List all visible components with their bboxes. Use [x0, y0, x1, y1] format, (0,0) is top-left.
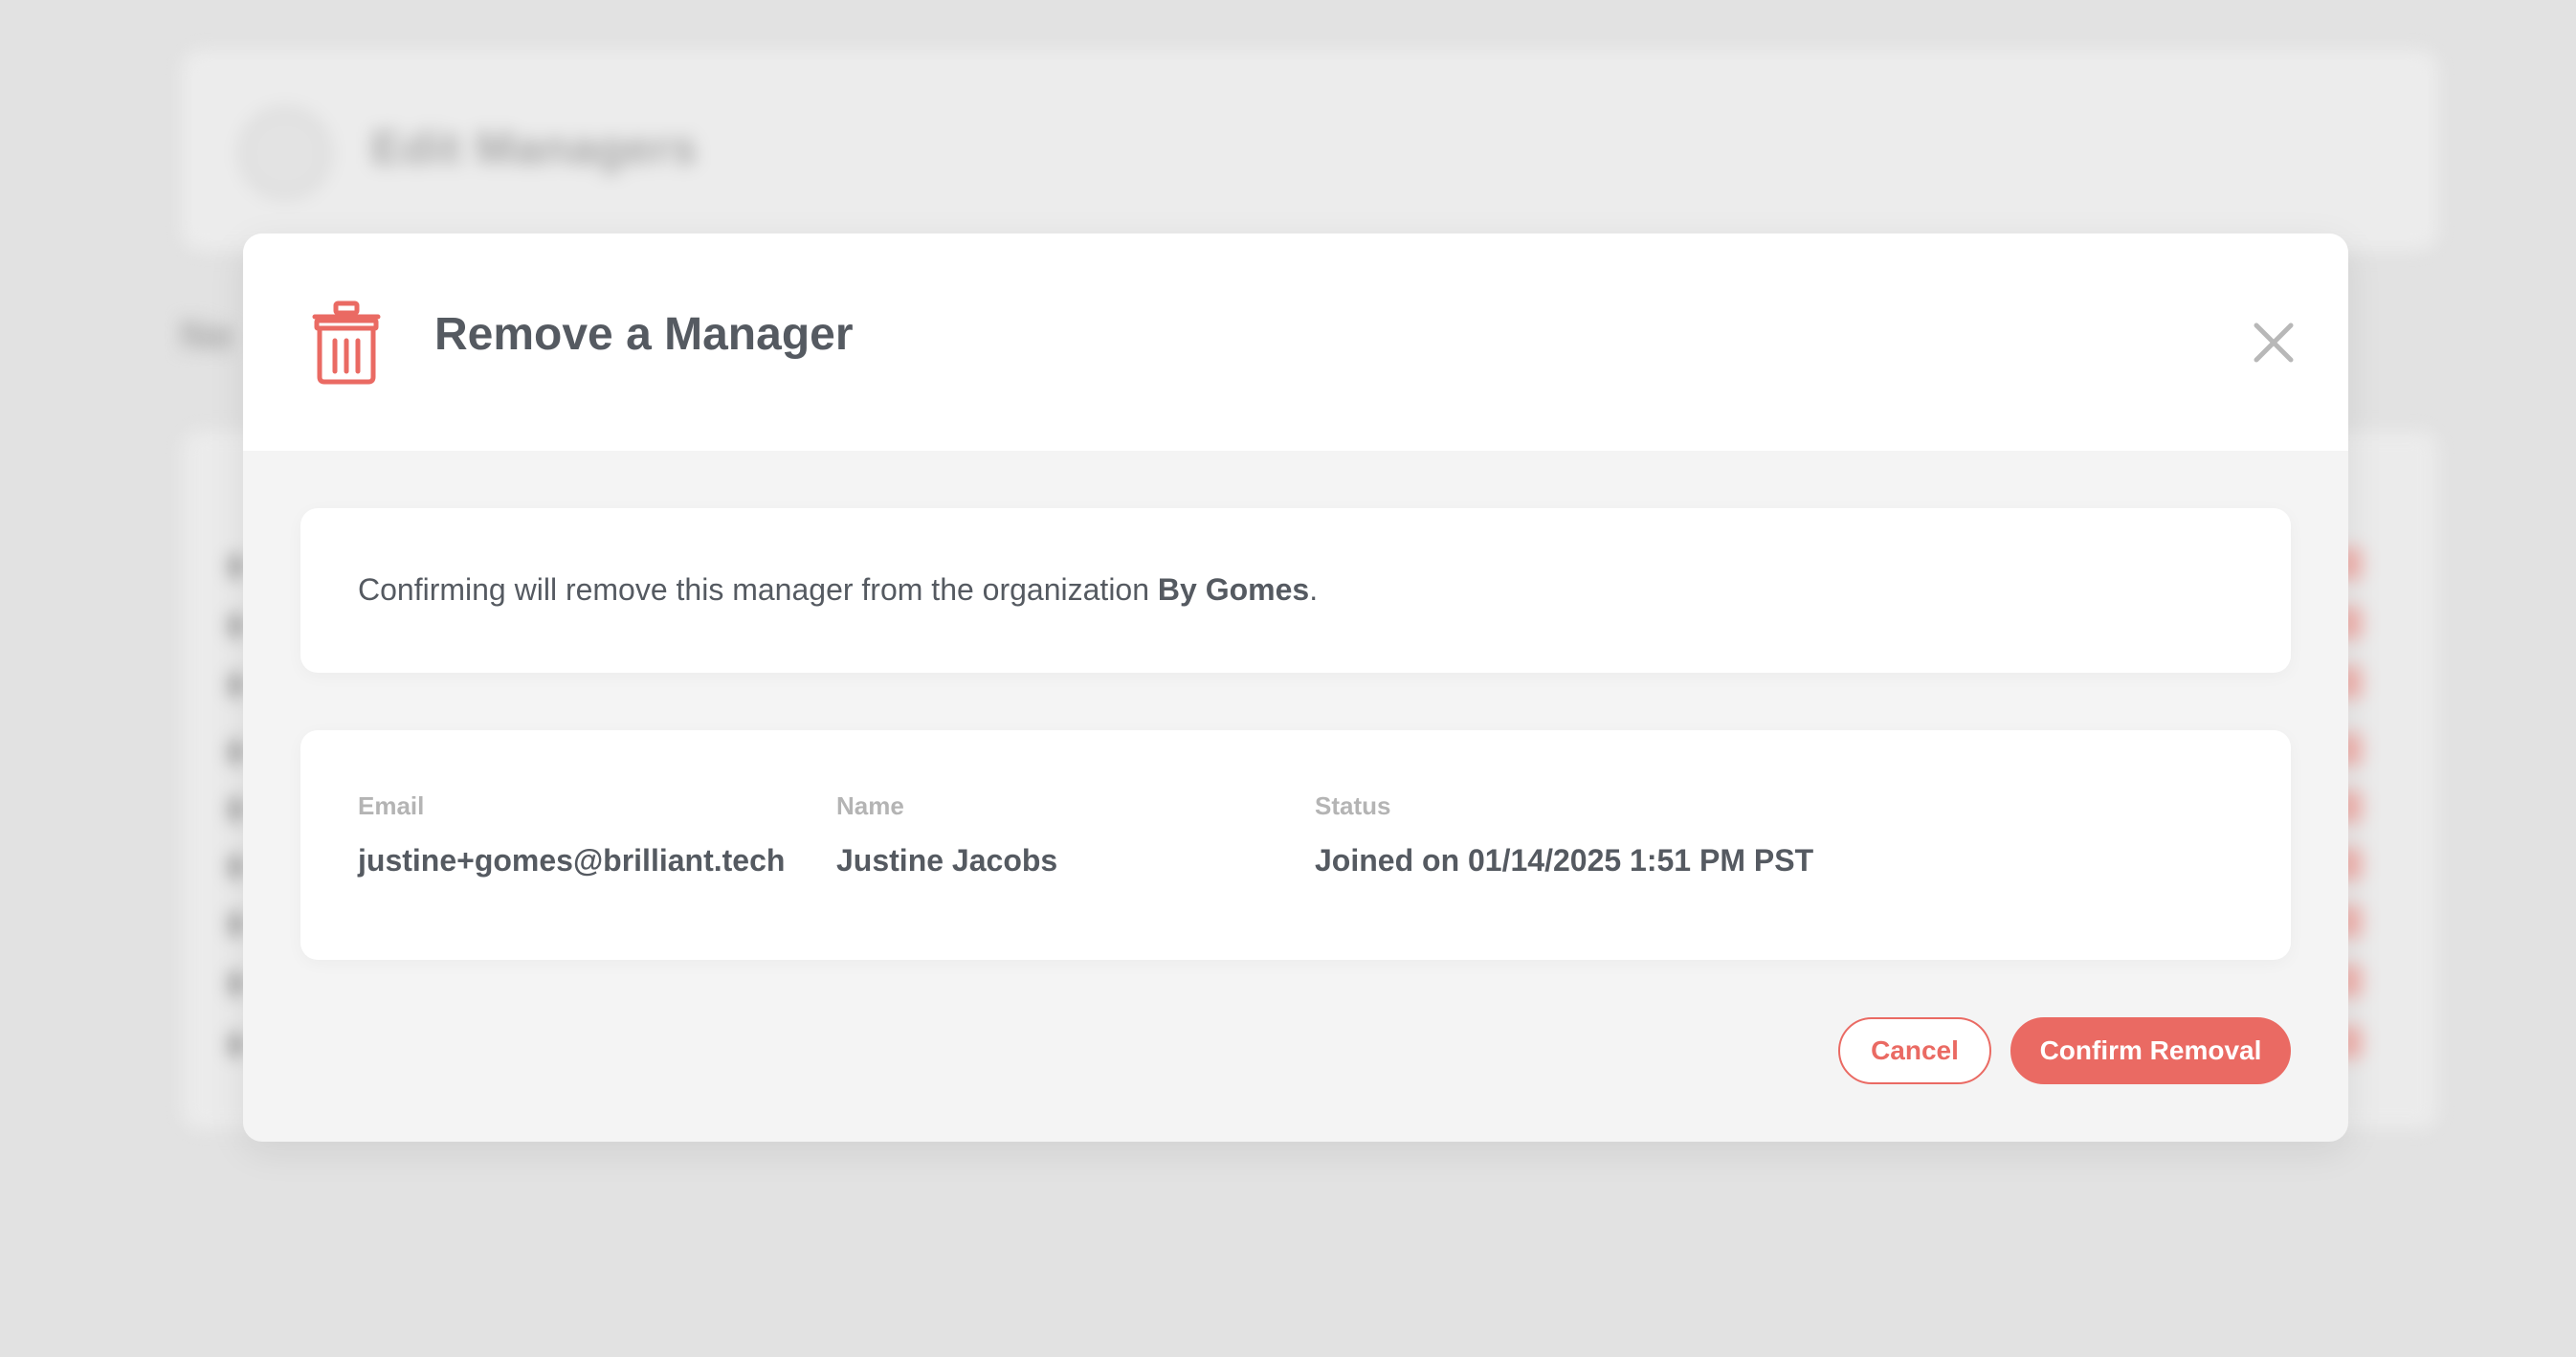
dialog-header: Remove a Manager: [243, 234, 2348, 451]
background-section-title: Ne: [180, 312, 234, 359]
organization-name: By Gomes: [1157, 572, 1310, 607]
confirmation-message-prefix: Confirming will remove this manager from…: [358, 572, 1158, 607]
cancel-button[interactable]: Cancel: [1838, 1017, 1991, 1084]
trash-icon: [312, 300, 381, 385]
background-row-marker: [230, 798, 243, 821]
background-row-marker: [230, 741, 243, 764]
email-label: Email: [358, 791, 425, 820]
status-label: Status: [1315, 791, 1391, 820]
email-column: Email justine+gomes@brilliant.tech: [358, 793, 785, 876]
close-button[interactable]: [2243, 312, 2304, 373]
background-row-marker: [230, 614, 243, 637]
confirm-removal-button[interactable]: Confirm Removal: [2010, 1017, 2291, 1084]
remove-manager-dialog: Remove a Manager Confirming will remove …: [243, 234, 2348, 1142]
background-avatar: [239, 107, 331, 199]
background-row-marker: [230, 674, 243, 697]
status-column: Status Joined on 01/14/2025 1:51 PM PST: [1315, 793, 1813, 876]
confirmation-message-card: Confirming will remove this manager from…: [300, 508, 2291, 673]
confirmation-message: Confirming will remove this manager from…: [358, 572, 1319, 607]
background-row-marker: [230, 972, 243, 995]
background-row-marker: [230, 555, 243, 578]
manager-details-card: Email justine+gomes@brilliant.tech Name …: [300, 730, 2291, 960]
background-row-marker: [230, 1034, 243, 1057]
dialog-title: Remove a Manager: [434, 309, 854, 360]
email-value: justine+gomes@brilliant.tech: [358, 843, 786, 878]
background-row-marker: [230, 856, 243, 879]
background-row-marker: [230, 913, 243, 936]
name-value: Justine Jacobs: [836, 843, 1058, 878]
status-value: Joined on 01/14/2025 1:51 PM PST: [1315, 843, 1814, 878]
close-icon[interactable]: [2243, 312, 2304, 373]
background-page-title: Edit Managers: [371, 123, 699, 174]
confirmation-message-suffix: .: [1309, 572, 1319, 607]
name-column: Name Justine Jacobs: [836, 793, 1057, 876]
name-label: Name: [836, 791, 904, 820]
